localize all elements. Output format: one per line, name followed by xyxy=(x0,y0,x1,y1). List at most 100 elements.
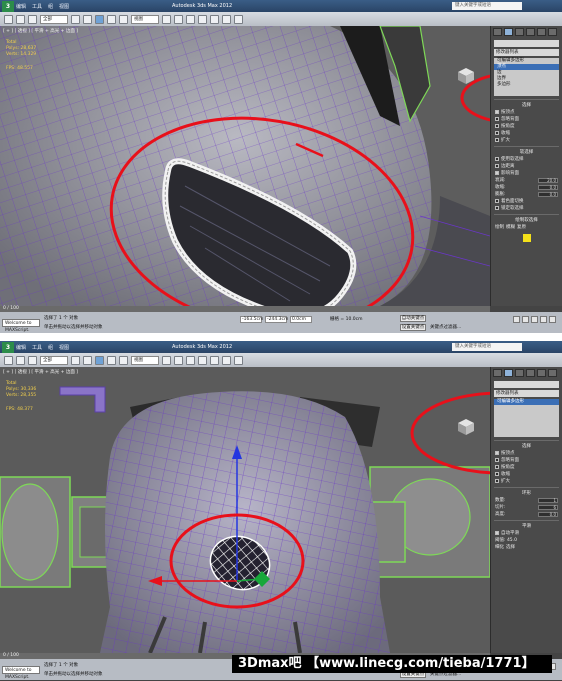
checkbox[interactable] xyxy=(495,171,499,175)
falloff-spinner[interactable]: 20.0 xyxy=(538,177,558,183)
paint-button[interactable]: 绘制 xyxy=(495,224,504,230)
prev-frame-icon[interactable] xyxy=(522,316,529,323)
checkbox[interactable] xyxy=(495,157,499,161)
modify-tab-icon[interactable] xyxy=(504,369,513,377)
menu-item[interactable]: 组 xyxy=(48,344,53,351)
angle-snap-icon[interactable] xyxy=(174,355,183,365)
reference-coordinate-select[interactable]: 视图 xyxy=(131,355,159,365)
slices-spinner[interactable]: 6 xyxy=(538,504,558,510)
x-coord-field[interactable]: -163.5cm xyxy=(240,316,263,323)
checkbox[interactable] xyxy=(495,472,499,476)
create-tab-icon[interactable] xyxy=(493,369,502,377)
menu-item[interactable]: 视图 xyxy=(59,3,69,10)
pinch-spinner[interactable]: 0.0 xyxy=(538,184,558,190)
perspective-viewport[interactable]: [ + ] [ 透视 ] [ 平滑 + 高光 + 边面 ] Total Poly… xyxy=(0,367,490,653)
z-coord-field[interactable]: 0.0cm xyxy=(290,316,312,323)
next-frame-icon[interactable] xyxy=(540,316,547,323)
menu-item[interactable]: 编辑 xyxy=(16,344,26,351)
select-object-icon[interactable] xyxy=(71,355,80,365)
display-tab-icon[interactable] xyxy=(537,28,546,36)
checkbox[interactable] xyxy=(495,206,499,210)
align-icon[interactable] xyxy=(198,355,207,365)
motion-tab-icon[interactable] xyxy=(526,369,535,377)
perspective-viewport[interactable]: [ + ] [ 透视 ] [ 平滑 + 高光 + 边面 ] Total Poly… xyxy=(0,26,490,306)
stack-item[interactable]: 多边形 xyxy=(494,82,559,88)
smoothing-group-title[interactable]: 平滑 xyxy=(494,520,559,529)
checkbox[interactable] xyxy=(495,451,499,455)
go-to-start-icon[interactable] xyxy=(513,316,520,323)
render-setup-icon[interactable] xyxy=(222,14,231,24)
tessellate-button[interactable]: 细化 xyxy=(495,544,504,550)
rollout-paint-title[interactable]: 绘制软选择 xyxy=(494,214,559,223)
checkbox[interactable] xyxy=(495,131,499,135)
checkbox[interactable] xyxy=(495,110,499,114)
color-swatch[interactable] xyxy=(522,234,531,242)
render-icon[interactable] xyxy=(234,14,243,24)
y-coord-field[interactable]: -244.3cm xyxy=(265,316,288,323)
select-by-name-icon[interactable] xyxy=(83,355,92,365)
app-logo-icon[interactable]: 3 xyxy=(2,341,14,353)
auto-key-button[interactable]: 自动关键点 xyxy=(400,315,426,322)
select-object-icon[interactable] xyxy=(71,14,80,24)
object-name-field[interactable] xyxy=(494,40,559,47)
checkbox[interactable] xyxy=(495,124,499,128)
select-button[interactable]: 选择 xyxy=(506,544,515,550)
align-icon[interactable] xyxy=(198,14,207,24)
angle-snap-icon[interactable] xyxy=(174,14,183,24)
material-editor-icon[interactable] xyxy=(210,355,219,365)
checkbox[interactable] xyxy=(495,458,499,462)
render-setup-icon[interactable] xyxy=(222,355,231,365)
hierarchy-tab-icon[interactable] xyxy=(515,28,524,36)
move-icon[interactable] xyxy=(95,14,104,24)
link-icon[interactable] xyxy=(28,355,37,365)
motion-tab-icon[interactable] xyxy=(526,28,535,36)
material-editor-icon[interactable] xyxy=(210,14,219,24)
link-icon[interactable] xyxy=(28,14,37,24)
rollout-soft-selection-title[interactable]: 软选择 xyxy=(494,146,559,155)
viewport-label[interactable]: [ + ] [ 透视 ] [ 平滑 + 高光 + 边面 ] xyxy=(3,28,78,34)
rotate-icon[interactable] xyxy=(107,355,116,365)
checkbox[interactable] xyxy=(495,199,499,203)
undo-icon[interactable] xyxy=(4,14,13,24)
checkbox[interactable] xyxy=(495,531,499,535)
menu-item[interactable]: 工具 xyxy=(32,344,42,351)
maxscript-listener[interactable]: Welcome to MAXScript. xyxy=(2,666,40,680)
menu-item[interactable]: 编辑 xyxy=(16,3,26,10)
viewport-label[interactable]: [ + ] [ 透视 ] [ 平滑 + 高光 + 边面 ] xyxy=(3,369,78,375)
redo-icon[interactable] xyxy=(16,14,25,24)
menu-item[interactable]: 视图 xyxy=(59,344,69,351)
revert-button[interactable]: 复原 xyxy=(517,224,526,230)
checkbox[interactable] xyxy=(495,479,499,483)
create-tab-icon[interactable] xyxy=(493,28,502,36)
app-logo-icon[interactable]: 3 xyxy=(2,0,14,12)
blur-button[interactable]: 模糊 xyxy=(506,224,515,230)
selection-filter-select[interactable]: 全部 xyxy=(40,14,68,24)
segments-spinner[interactable]: 1 xyxy=(538,497,558,503)
checkbox[interactable] xyxy=(495,117,499,121)
rollout-select-title[interactable]: 选择 xyxy=(494,99,559,108)
undo-icon[interactable] xyxy=(4,355,13,365)
menu-item[interactable]: 组 xyxy=(48,3,53,10)
scale-icon[interactable] xyxy=(119,14,128,24)
checkbox[interactable] xyxy=(495,138,499,142)
modify-tab-icon[interactable] xyxy=(504,28,513,36)
utilities-tab-icon[interactable] xyxy=(548,369,557,377)
mirror-icon[interactable] xyxy=(186,14,195,24)
set-key-button[interactable]: 设置关键点 xyxy=(400,324,426,331)
selection-filter-select[interactable]: 全部 xyxy=(40,355,68,365)
mirror-icon[interactable] xyxy=(186,355,195,365)
reference-coordinate-select[interactable]: 视图 xyxy=(131,14,159,24)
modifier-list-select[interactable]: 修改器列表 xyxy=(494,390,559,397)
threshold-field[interactable]: 阈值: 45.0 xyxy=(495,537,517,543)
rotate-icon[interactable] xyxy=(107,14,116,24)
display-tab-icon[interactable] xyxy=(537,369,546,377)
utilities-tab-icon[interactable] xyxy=(548,28,557,36)
object-name-field[interactable] xyxy=(494,381,559,388)
bubble-spinner[interactable]: 0.0 xyxy=(538,191,558,197)
move-icon[interactable] xyxy=(95,355,104,365)
snap-icon[interactable] xyxy=(162,355,171,365)
stack-item[interactable]: 可编辑多边形 xyxy=(494,399,559,405)
snap-icon[interactable] xyxy=(162,14,171,24)
checkbox[interactable] xyxy=(495,164,499,168)
redo-icon[interactable] xyxy=(16,355,25,365)
